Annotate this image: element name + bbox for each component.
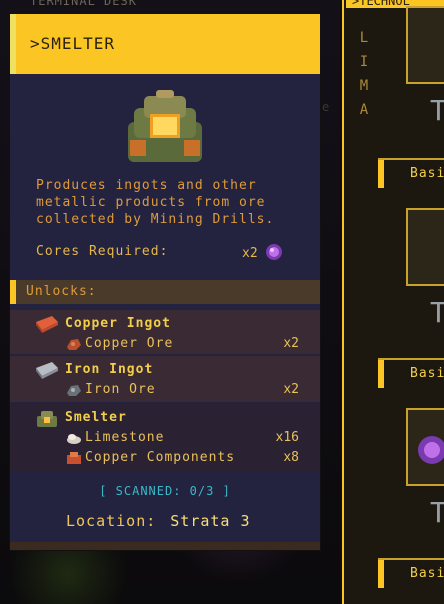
row-divider [378, 358, 444, 360]
ingredient-row: Copper Ore x2 [65, 336, 299, 352]
tier-glyph: T [430, 296, 444, 329]
item-info-card: >SMELTER Produces ingots and other metal… [10, 14, 320, 550]
cores-required-label: Cores Required: [36, 244, 169, 259]
row-divider [378, 558, 444, 560]
ingredient-qty: x16 [275, 430, 299, 445]
row-marker [378, 560, 384, 588]
core-icon [418, 436, 444, 464]
tech-tile[interactable] [406, 408, 444, 486]
unlocks-header: Unlocks: [10, 280, 320, 304]
copper-ingot-icon [36, 316, 58, 333]
card-bottom-border [10, 542, 320, 550]
tech-row-label[interactable]: Basi [410, 366, 444, 381]
ingredient-qty: x2 [283, 336, 299, 351]
tech-tab-title: >TECHNOL [352, 0, 410, 8]
background-text: TERMINAL DESK [30, 0, 137, 8]
smelter-machine-icon [128, 90, 202, 162]
tech-row-label[interactable]: Basi [410, 566, 444, 581]
ingredient-name: Limestone [85, 430, 165, 445]
side-letters: L I M A [358, 26, 370, 122]
background-side-text: e [322, 100, 330, 114]
ingredient-name: Copper Components [85, 450, 236, 465]
tier-glyph: T [430, 496, 444, 529]
side-letter: I [359, 54, 369, 70]
recipe-row[interactable]: Smelter Limestone x16 Copper Components … [10, 404, 320, 472]
location-value: Strata 3 [170, 512, 251, 530]
ingredient-row: Copper Components x8 [65, 450, 299, 466]
row-marker [378, 160, 384, 188]
recipe-name: Iron Ingot [65, 362, 154, 377]
tech-row-label[interactable]: Basi [410, 166, 444, 181]
side-letter: A [359, 102, 369, 118]
recipe-row[interactable]: Copper Ingot Copper Ore x2 [10, 310, 320, 354]
tech-tile[interactable] [406, 208, 444, 286]
side-letter: L [359, 30, 369, 46]
location-label: Location: [66, 512, 157, 530]
card-title: >SMELTER [30, 34, 116, 53]
iron-ore-icon [67, 385, 81, 396]
smelter-icon [37, 411, 57, 427]
row-divider [378, 158, 444, 160]
copper-ore-icon [67, 339, 81, 350]
copper-components-icon [67, 452, 81, 464]
side-letter: M [359, 78, 369, 94]
recipe-name: Smelter [65, 410, 127, 425]
core-icon [266, 244, 282, 260]
location-line: Location: Strata 3 [66, 512, 251, 530]
ingredient-row: Limestone x16 [65, 430, 299, 446]
ingredient-row: Iron Ore x2 [65, 382, 299, 398]
ingredient-name: Iron Ore [85, 382, 156, 397]
card-description: Produces ingots and other metallic produ… [36, 178, 275, 227]
tech-tile[interactable] [406, 6, 444, 84]
tech-tree-panel: >TECHNOL L I M A T Basi T Basi T Basi [342, 0, 444, 604]
ingredient-qty: x2 [283, 382, 299, 397]
recipe-name: Copper Ingot [65, 316, 171, 331]
unlocks-label: Unlocks: [26, 284, 97, 299]
limestone-icon [67, 434, 81, 444]
tier-glyph: T [430, 94, 444, 127]
scanned-status: [ SCANNED: 0/3 ] [99, 484, 231, 498]
cores-required-qty: x2 [242, 246, 258, 261]
ingredient-name: Copper Ore [85, 336, 174, 351]
row-marker [378, 360, 384, 388]
ingredient-qty: x8 [283, 450, 299, 465]
recipe-row[interactable]: Iron Ingot Iron Ore x2 [10, 356, 320, 402]
card-header: >SMELTER [10, 14, 320, 74]
iron-ingot-icon [36, 362, 58, 379]
